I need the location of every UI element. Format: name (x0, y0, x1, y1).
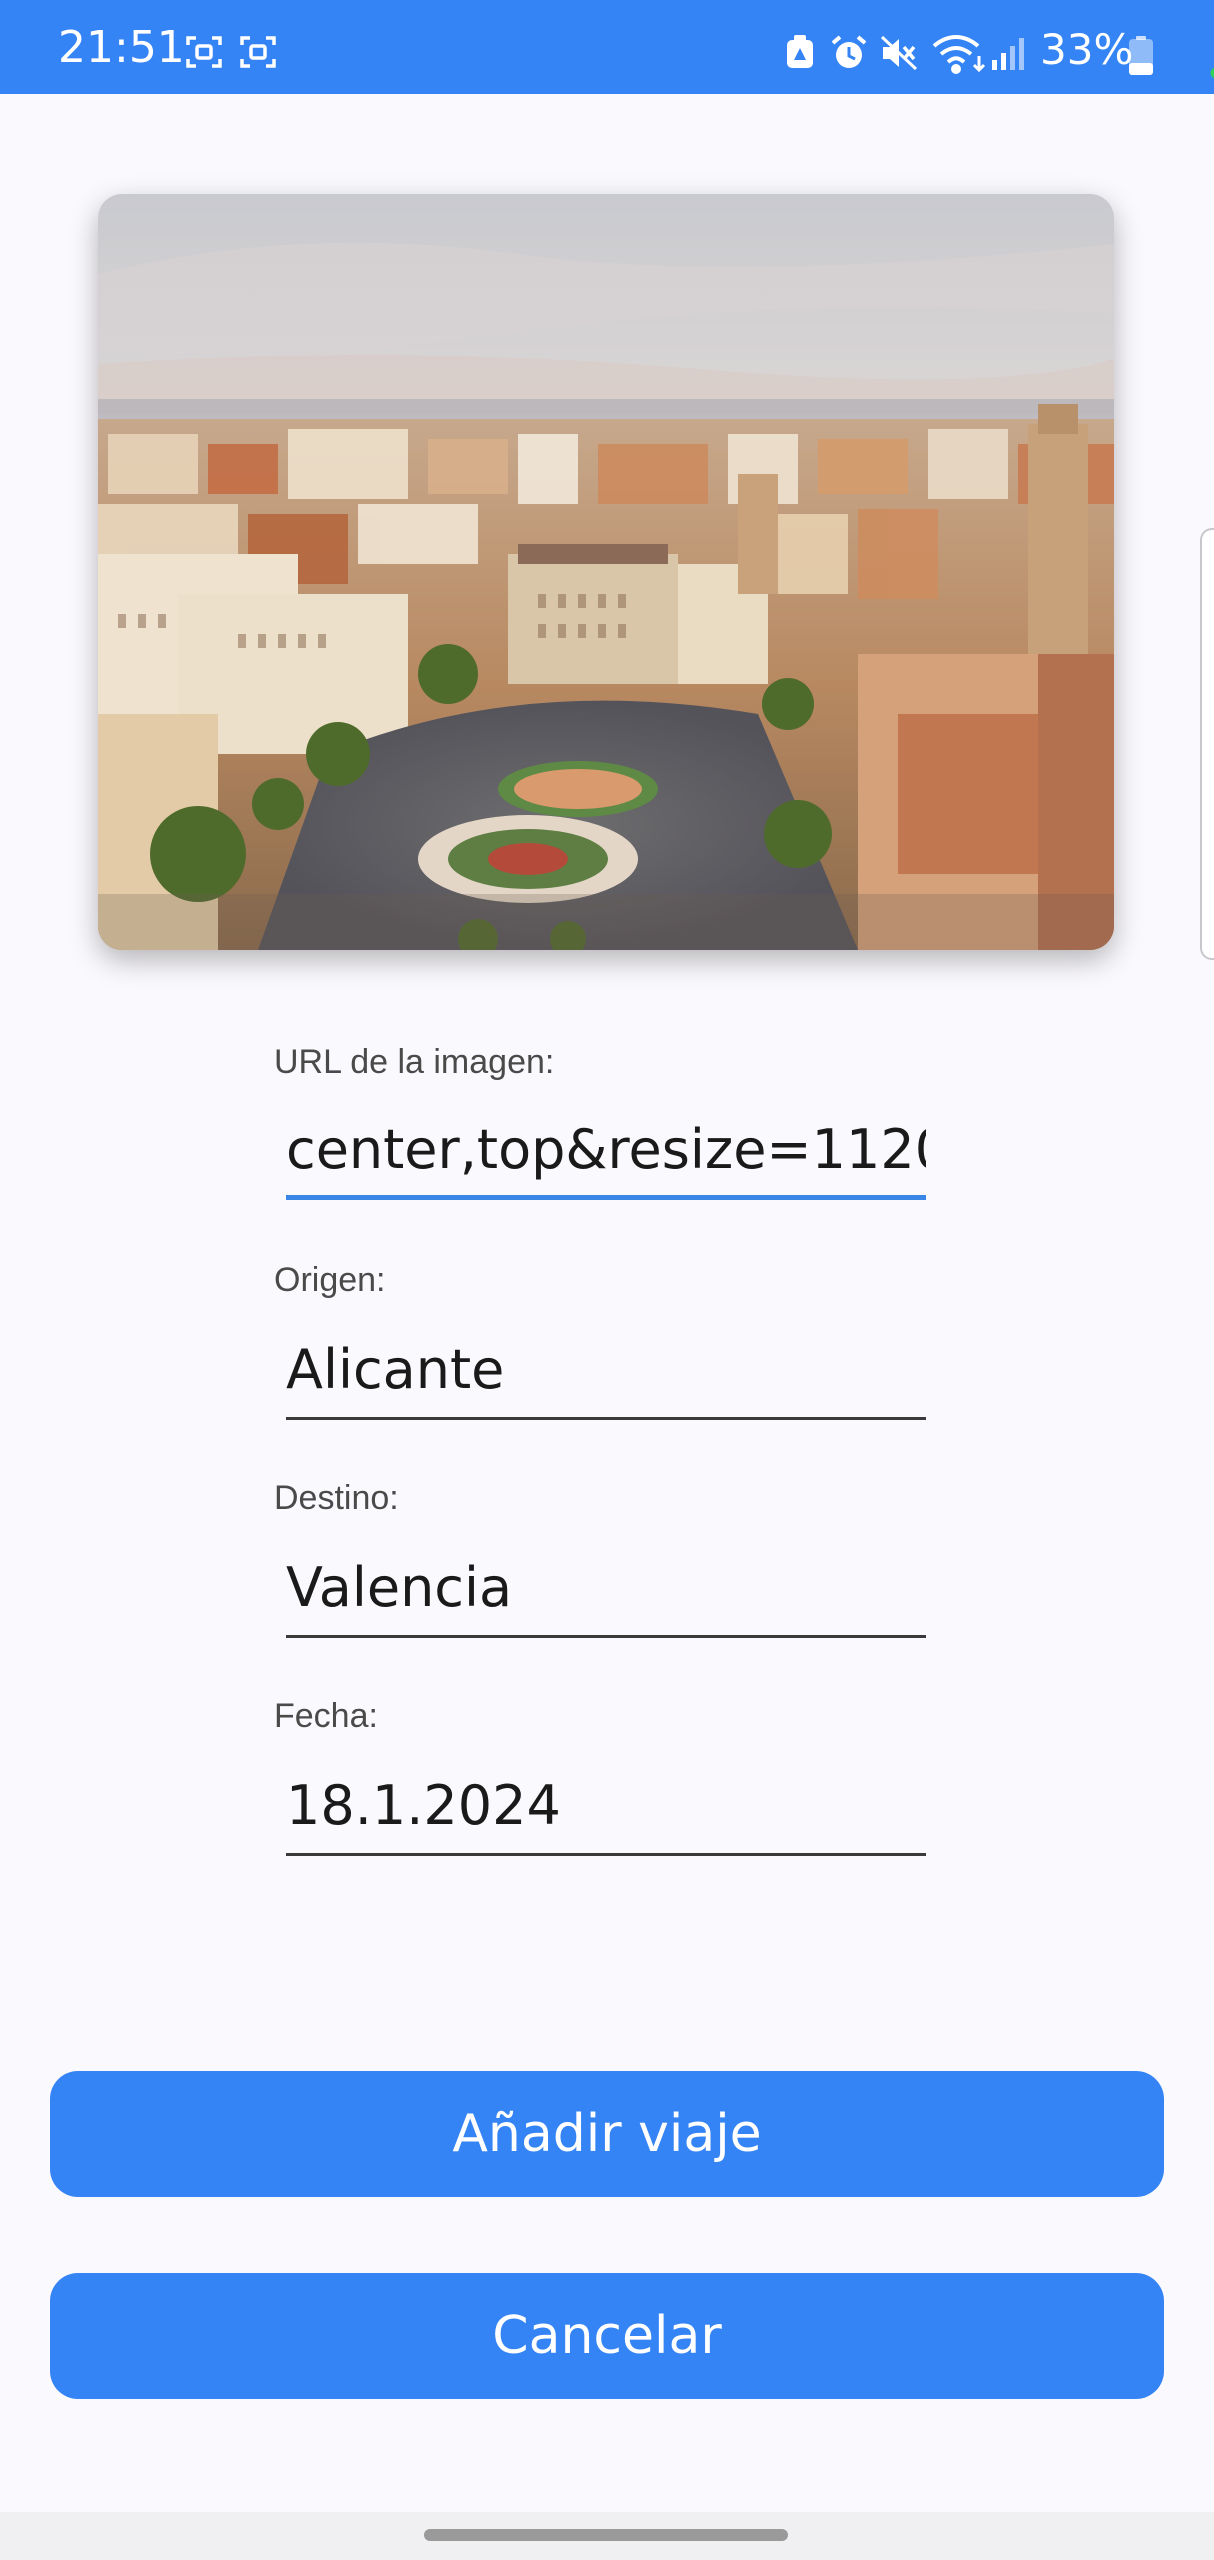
destination-label: Destino: (274, 1479, 399, 1517)
battery-percentage: 33% (1040, 25, 1134, 74)
alarm-icon (830, 34, 867, 70)
battery-icon (1128, 36, 1156, 75)
cancel-button[interactable]: Cancelar (50, 2273, 1164, 2399)
status-time: 21:51 (58, 22, 185, 73)
scrollbar[interactable] (1200, 528, 1214, 960)
signal-icon (990, 34, 1030, 70)
android-auto-icon (784, 34, 820, 70)
mute-icon (880, 34, 918, 71)
wifi-icon (930, 34, 988, 74)
date-label: Fecha: (274, 1697, 378, 1735)
screenshot-icon (186, 34, 222, 70)
origin-label: Origen: (274, 1261, 386, 1299)
image-url-input[interactable]: center,top&resize=1120:* (286, 1114, 926, 1200)
city-photo (98, 194, 1114, 950)
status-bar: 21:51 33% (0, 0, 1214, 94)
home-handle[interactable] (424, 2529, 788, 2541)
hero-image (98, 194, 1114, 950)
image-url-label: URL de la imagen: (274, 1043, 555, 1081)
date-input[interactable]: 18.1.2024 (286, 1770, 926, 1856)
privacy-dot-icon (1210, 64, 1214, 79)
destination-input[interactable]: Valencia (286, 1552, 926, 1638)
origin-input[interactable]: Alicante (286, 1334, 926, 1420)
screenshot-icon (240, 34, 276, 70)
add-trip-button[interactable]: Añadir viaje (50, 2071, 1164, 2197)
